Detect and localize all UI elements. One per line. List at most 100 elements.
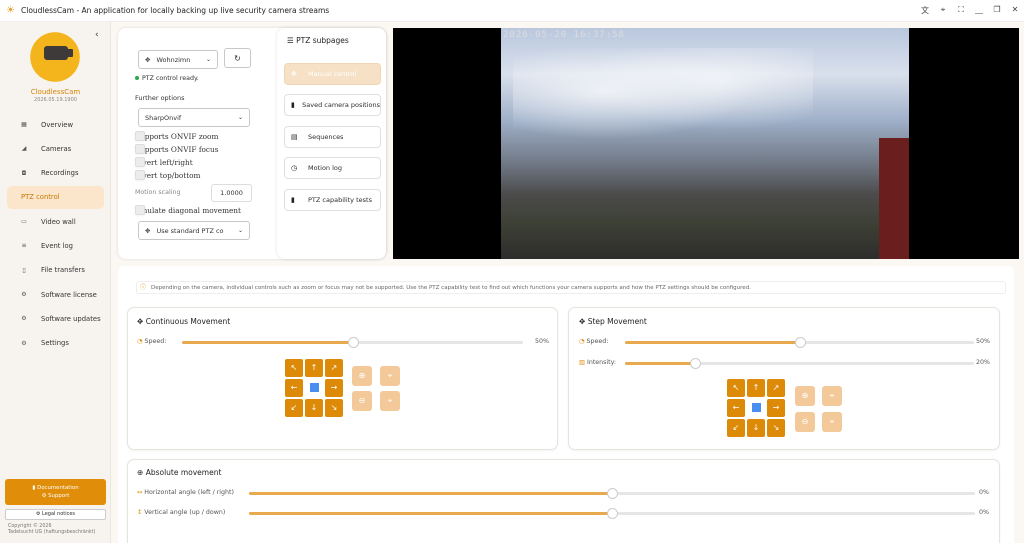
checkbox[interactable] xyxy=(135,170,145,180)
stop-button[interactable] xyxy=(747,399,765,417)
sidebar-item-label: Event log xyxy=(41,241,73,250)
emulate-diagonal-checkbox[interactable]: Emulate diagonal movement xyxy=(135,205,241,215)
down-button[interactable]: ↓ xyxy=(747,419,765,437)
restore-icon[interactable]: ❐ xyxy=(988,5,1006,16)
step-intensity-slider[interactable] xyxy=(625,358,974,369)
move-icon: ✥ xyxy=(145,55,151,64)
ptz-capability-tests-button[interactable]: ▮ PTZ capability tests xyxy=(284,189,381,211)
minimize-icon[interactable]: ⎽ xyxy=(970,5,988,16)
motion-scaling-label: Motion scaling xyxy=(135,189,181,196)
slider-thumb[interactable] xyxy=(607,488,618,499)
video-clouds xyxy=(513,48,813,158)
refresh-icon: ↻ xyxy=(234,54,241,63)
vertical-angle-slider[interactable] xyxy=(249,508,975,519)
camera-select[interactable]: ✥ Wohnzimn ⌄ xyxy=(138,50,218,69)
up-button[interactable]: ↑ xyxy=(747,379,765,397)
checkbox[interactable] xyxy=(135,131,145,141)
down-right-button[interactable]: ↘ xyxy=(767,419,785,437)
sidebar-item-label: Recordings xyxy=(41,169,79,178)
supports-onvif-zoom-checkbox[interactable]: Supports ONVIF zoom xyxy=(135,131,218,141)
horizontal-angle-slider[interactable] xyxy=(249,488,975,499)
zoom-out-button[interactable]: ⊖ xyxy=(795,412,815,432)
sidebar-item-cameras[interactable]: ◢ Cameras xyxy=(7,137,104,160)
chevron-down-icon: ⌄ xyxy=(237,114,243,121)
zoom-in-button[interactable]: ⊕ xyxy=(352,366,372,386)
up-right-button[interactable]: ↗ xyxy=(767,379,785,397)
focus-far-button[interactable]: ⌖ xyxy=(380,391,400,411)
sidebar-item-file-transfers[interactable]: ▯ File transfers xyxy=(7,259,104,282)
sidebar: ‹ CloudlessCam 2026.05.19.1900 ▦ Overview… xyxy=(0,20,111,543)
focus-near-button[interactable]: ⌖ xyxy=(822,386,842,406)
translate-icon[interactable]: 文 xyxy=(916,5,934,16)
move-icon: ✥ xyxy=(579,317,586,326)
checkbox[interactable] xyxy=(135,205,145,215)
focus-near-button[interactable]: ⌖ xyxy=(380,366,400,386)
pin-icon[interactable]: ⌖ xyxy=(934,5,952,16)
down-button[interactable]: ↓ xyxy=(305,399,323,417)
vertical-icon: ↕ xyxy=(137,509,143,516)
up-right-button[interactable]: ↗ xyxy=(325,359,343,377)
down-left-button[interactable]: ↙ xyxy=(285,399,303,417)
legal-notices-button[interactable]: ⚙ Legal notices xyxy=(5,509,106,520)
checkbox[interactable] xyxy=(135,144,145,154)
slider-fill xyxy=(249,512,612,515)
app-sun-icon: ☀ xyxy=(6,4,15,16)
app-version: 2026.05.19.1900 xyxy=(34,97,77,103)
supports-onvif-focus-checkbox[interactable]: Supports ONVIF focus xyxy=(135,144,218,154)
up-left-button[interactable]: ↖ xyxy=(727,379,745,397)
fullscreen-icon[interactable]: ⛶ xyxy=(952,5,970,16)
slider-thumb[interactable] xyxy=(607,508,618,519)
right-button[interactable]: → xyxy=(325,379,343,397)
checkbox[interactable] xyxy=(135,157,145,167)
saved-camera-positions-button[interactable]: ▮ Saved camera positions xyxy=(284,94,381,116)
sidebar-item-software-updates[interactable]: ⚙ Software updates xyxy=(7,307,104,330)
horizontal-label-text: Horizontal angle (left / right) xyxy=(144,489,234,496)
continuous-speed-slider[interactable] xyxy=(182,337,523,348)
stop-button[interactable] xyxy=(305,379,323,397)
down-left-button[interactable]: ↙ xyxy=(727,419,745,437)
sidebar-item-event-log[interactable]: ≡ Event log xyxy=(7,234,104,257)
copyright: Copyright © 2026 Tadelsucht UG (haftungs… xyxy=(8,524,95,536)
documentation-support-button[interactable]: ▮ Documentation ⚙ Support xyxy=(5,479,106,505)
sidebar-item-settings[interactable]: ⚙ Settings xyxy=(7,332,104,355)
documentation-label: ▮ Documentation xyxy=(32,485,79,491)
left-button[interactable]: ← xyxy=(727,399,745,417)
sidebar-item-software-license[interactable]: ⚙ Software license xyxy=(7,283,104,306)
motion-scaling-input[interactable]: 1.0000 xyxy=(211,184,252,202)
sidebar-item-video-wall[interactable]: ▭ Video wall xyxy=(7,210,104,233)
close-icon[interactable]: ✕ xyxy=(1006,5,1024,16)
slider-thumb[interactable] xyxy=(794,337,806,348)
focus-far-button[interactable]: ⌖ xyxy=(822,412,842,432)
up-button[interactable]: ↑ xyxy=(305,359,323,377)
down-right-button[interactable]: ↘ xyxy=(325,399,343,417)
ptz-command-select[interactable]: ✥ Use standard PTZ co ⌄ xyxy=(138,221,250,240)
sidebar-item-recordings[interactable]: ◘ Recordings xyxy=(7,162,104,185)
driver-select[interactable]: SharpOnvif ⌄ xyxy=(138,108,250,127)
step-speed-value: 50% xyxy=(976,338,990,345)
motion-log-button[interactable]: ◷ Motion log xyxy=(284,157,381,179)
continuous-speed-label: ◔ Speed: xyxy=(137,338,166,345)
title-bar: ☀ CloudlessCam - An application for loca… xyxy=(0,0,1024,22)
sidebar-item-ptz-control[interactable]: PTZ control xyxy=(7,185,104,209)
sidebar-item-label: Overview xyxy=(41,120,73,129)
sidebar-item-label: Cameras xyxy=(41,144,72,153)
test-tube-icon: ▮ xyxy=(291,196,295,204)
left-button[interactable]: ← xyxy=(285,379,303,397)
manual-control-button[interactable]: ✥ Manual control xyxy=(284,63,381,85)
camera-video-stream[interactable]: 2026-05-20 16:37:58 xyxy=(393,28,1019,259)
up-left-button[interactable]: ↖ xyxy=(285,359,303,377)
refresh-button[interactable]: ↻ xyxy=(224,48,251,68)
further-options-heading: Further options xyxy=(135,94,185,102)
zoom-out-button[interactable]: ⊖ xyxy=(352,391,372,411)
slider-thumb[interactable] xyxy=(347,337,359,348)
zoom-in-button[interactable]: ⊕ xyxy=(795,386,815,406)
collapse-sidebar-icon[interactable]: ‹ xyxy=(95,30,99,40)
step-speed-slider[interactable] xyxy=(625,337,974,348)
right-button[interactable]: → xyxy=(767,399,785,417)
slider-thumb[interactable] xyxy=(689,358,701,369)
sequences-button[interactable]: ▤ Sequences xyxy=(284,126,381,148)
invert-top-bottom-checkbox[interactable]: Invert top/bottom xyxy=(135,170,200,180)
invert-left-right-checkbox[interactable]: Invert left/right xyxy=(135,157,193,167)
sidebar-item-overview[interactable]: ▦ Overview xyxy=(7,113,104,136)
sequence-icon: ▤ xyxy=(291,133,298,141)
